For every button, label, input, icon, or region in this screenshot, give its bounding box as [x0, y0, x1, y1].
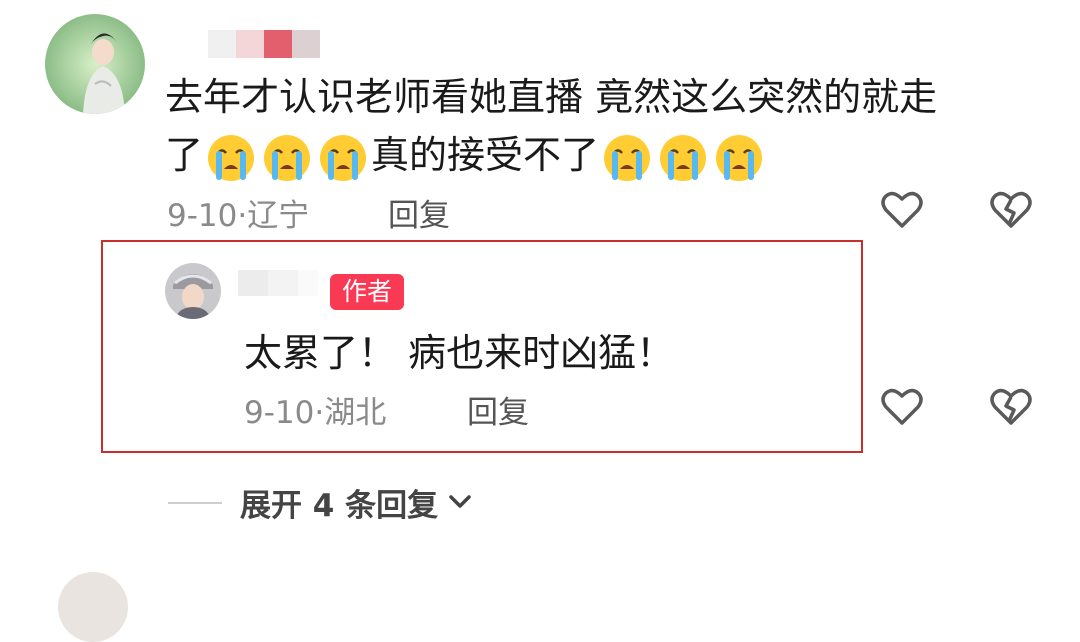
- comment-location: 辽宁: [247, 198, 310, 234]
- next-commenter-avatar[interactable]: [58, 572, 128, 642]
- reply-author-avatar[interactable]: [165, 263, 221, 319]
- crying-emoji-icon: [318, 133, 368, 183]
- comment-text-line1: 去年才认识老师看她直播 竟然这么突然的就走: [165, 75, 938, 119]
- comment-reply-button[interactable]: 回复: [388, 190, 450, 235]
- like-icon[interactable]: [878, 383, 926, 431]
- comment-text: 去年才认识老师看她直播 竟然这么突然的就走 了 真的接受不了: [165, 68, 1065, 184]
- author-badge: 作者: [330, 274, 405, 310]
- reply-meta: 9-10·湖北: [244, 387, 386, 432]
- avatar-image: [45, 14, 145, 114]
- meta-separator: ·: [314, 395, 325, 431]
- crying-emoji-icon: [658, 133, 708, 183]
- dislike-icon[interactable]: [987, 383, 1035, 431]
- reply-avatar-image: [165, 263, 221, 319]
- commenter-avatar[interactable]: [45, 14, 145, 114]
- comment-text-line2-end: 真的接受不了: [371, 133, 600, 177]
- reply-author-name-censored: [238, 270, 318, 296]
- reply-text: 太累了！ 病也来时凶猛！: [244, 331, 675, 375]
- comment-date: 9-10: [167, 198, 238, 234]
- chevron-down-icon: [446, 487, 474, 519]
- comment-text-line2-start: 了: [165, 133, 204, 177]
- expand-divider-line: [168, 501, 222, 504]
- meta-separator: ·: [237, 198, 248, 234]
- dislike-icon[interactable]: [987, 186, 1035, 234]
- crying-emoji-icon: [714, 133, 764, 183]
- reply-date: 9-10: [244, 395, 315, 431]
- expand-replies-label: 展开 4 条回复: [240, 488, 439, 524]
- reply-reply-button[interactable]: 回复: [467, 387, 529, 432]
- reply-location: 湖北: [324, 395, 387, 431]
- expand-replies-button[interactable]: 展开 4 条回复: [168, 480, 474, 525]
- commenter-name-censored: [208, 30, 320, 58]
- crying-emoji-icon: [206, 133, 256, 183]
- comment-text-line2: 了 真的接受不了: [165, 126, 1065, 184]
- crying-emoji-icon: [262, 133, 312, 183]
- like-icon[interactable]: [878, 186, 926, 234]
- comment-meta: 9-10·辽宁: [167, 190, 309, 235]
- crying-emoji-icon: [602, 133, 652, 183]
